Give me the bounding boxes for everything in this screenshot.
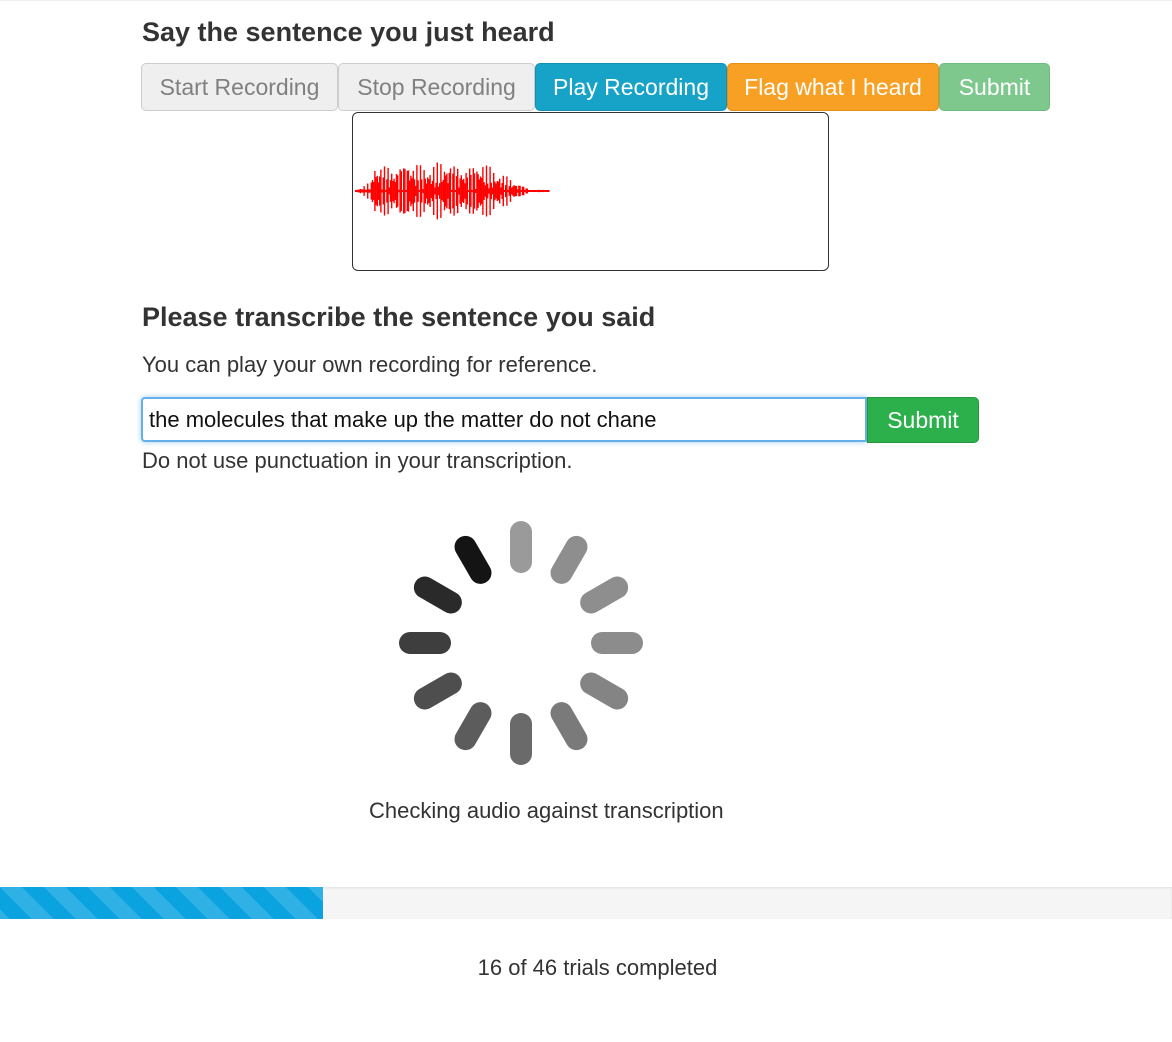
record-heading: Say the sentence you just heard — [142, 17, 555, 47]
recording-toolbar: Start Recording Stop Recording Play Reco… — [141, 63, 1050, 111]
transcribe-heading: Please transcribe the sentence you said — [142, 302, 656, 332]
progress-bar-track — [0, 887, 1172, 919]
play-recording-button[interactable]: Play Recording — [535, 63, 727, 111]
start-recording-button[interactable]: Start Recording — [141, 63, 338, 111]
help-text: You can play your own recording for refe… — [142, 352, 598, 377]
progress-text: 16 of 46 trials completed — [477, 955, 718, 980]
loading-spinner-icon — [399, 521, 643, 765]
waveform-display — [352, 112, 829, 271]
progress-bar-fill — [0, 887, 323, 919]
punctuation-note: Do not use punctuation in your transcrip… — [142, 448, 573, 473]
top-divider — [0, 0, 1172, 1]
waveform-graphic — [355, 162, 550, 220]
submit-transcription-button[interactable]: Submit — [867, 397, 979, 443]
stop-recording-button[interactable]: Stop Recording — [338, 63, 535, 111]
transcription-input[interactable] — [141, 397, 867, 442]
status-text: Checking audio against transcription — [369, 798, 724, 823]
submit-recording-button[interactable]: Submit — [939, 63, 1050, 111]
flag-heard-button[interactable]: Flag what I heard — [727, 63, 939, 111]
